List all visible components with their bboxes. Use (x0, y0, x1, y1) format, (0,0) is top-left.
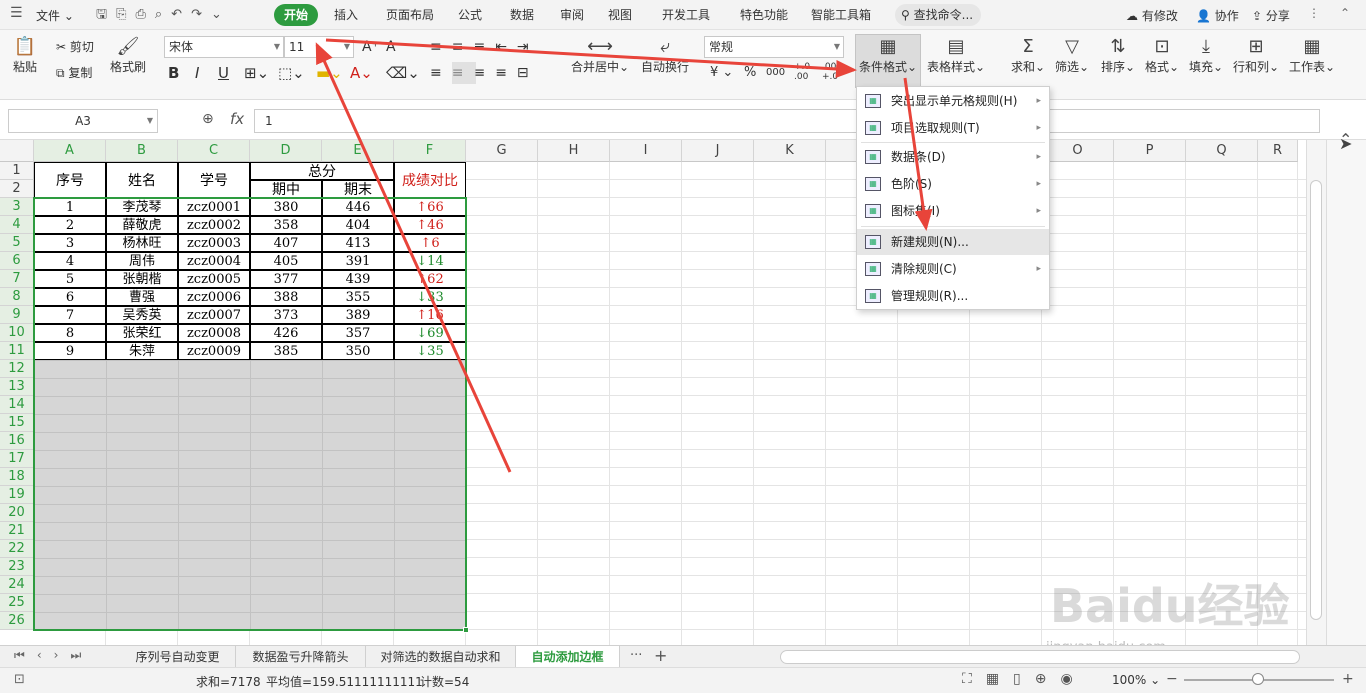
page-view-icon[interactable]: ▯ (1013, 671, 1035, 687)
fullscreen-icon[interactable]: ⛶ (962, 671, 986, 687)
status-count-text: 计数=54 (420, 675, 470, 689)
last-sheet-icon[interactable]: ⏭ (70, 648, 93, 662)
status-avg: 平均值=159.51111111111 (266, 673, 423, 690)
sheet-tab-1[interactable]: 数据盈亏升降箭头 (236, 646, 366, 668)
prev-sheet-icon[interactable]: ‹ (37, 648, 54, 662)
zoom-slider-thumb[interactable] (1252, 673, 1264, 685)
normal-view-icon[interactable]: ▦ (986, 671, 1013, 687)
next-sheet-icon[interactable]: › (54, 648, 71, 662)
view-mode-icons[interactable]: ⛶▦▯⊕◉ (962, 671, 1087, 687)
sheet-nav-icons[interactable]: ⏮‹›⏭ (14, 648, 93, 663)
sheet-tab-3[interactable]: 自动添加边框 (516, 646, 620, 668)
arrow-to-cond-format (325, 38, 857, 78)
sheet-tab-0[interactable]: 序列号自动变更 (120, 646, 236, 668)
zoom-out-icon[interactable]: − (1166, 671, 1178, 687)
add-sheet-icon[interactable]: + (654, 646, 667, 665)
zoom-level[interactable]: 100% ⌄ (1112, 673, 1160, 687)
macro-icon[interactable]: ⊡ (14, 672, 25, 687)
arrow-to-start-tab (315, 42, 512, 473)
status-avg-text: 平均值=159.51111111111 (266, 675, 423, 689)
status-count: 计数=54 (420, 673, 469, 690)
status-sum: 求和=7178 (196, 673, 261, 690)
first-sheet-icon[interactable]: ⏮ (14, 648, 37, 662)
split-view-icon[interactable]: ⊕ (1035, 671, 1061, 687)
zoom-level-text: 100% (1112, 673, 1147, 687)
sheet-tab-bar: ⏮‹›⏭ 序列号自动变更 数据盈亏升降箭头 对筛选的数据自动求和 自动添加边框 ···… (0, 645, 1366, 668)
eye-protect-icon[interactable]: ◉ (1061, 671, 1087, 687)
watermark-text: Baidu经验 (1050, 579, 1290, 633)
zoom-in-icon[interactable]: + (1342, 671, 1354, 687)
watermark-logo: Baidu经验 (1050, 570, 1290, 636)
arrow-to-new-rule (903, 77, 933, 231)
more-sheets-icon[interactable]: ··· (630, 648, 642, 663)
sheet-tab-2[interactable]: 对筛选的数据自动求和 (366, 646, 516, 668)
horizontal-scrollbar[interactable] (780, 650, 1300, 664)
status-bar: ⊡ 求和=7178 平均值=159.51111111111 计数=54 ⛶▦▯⊕… (0, 667, 1366, 693)
status-sum-text: 求和=7178 (196, 675, 261, 689)
